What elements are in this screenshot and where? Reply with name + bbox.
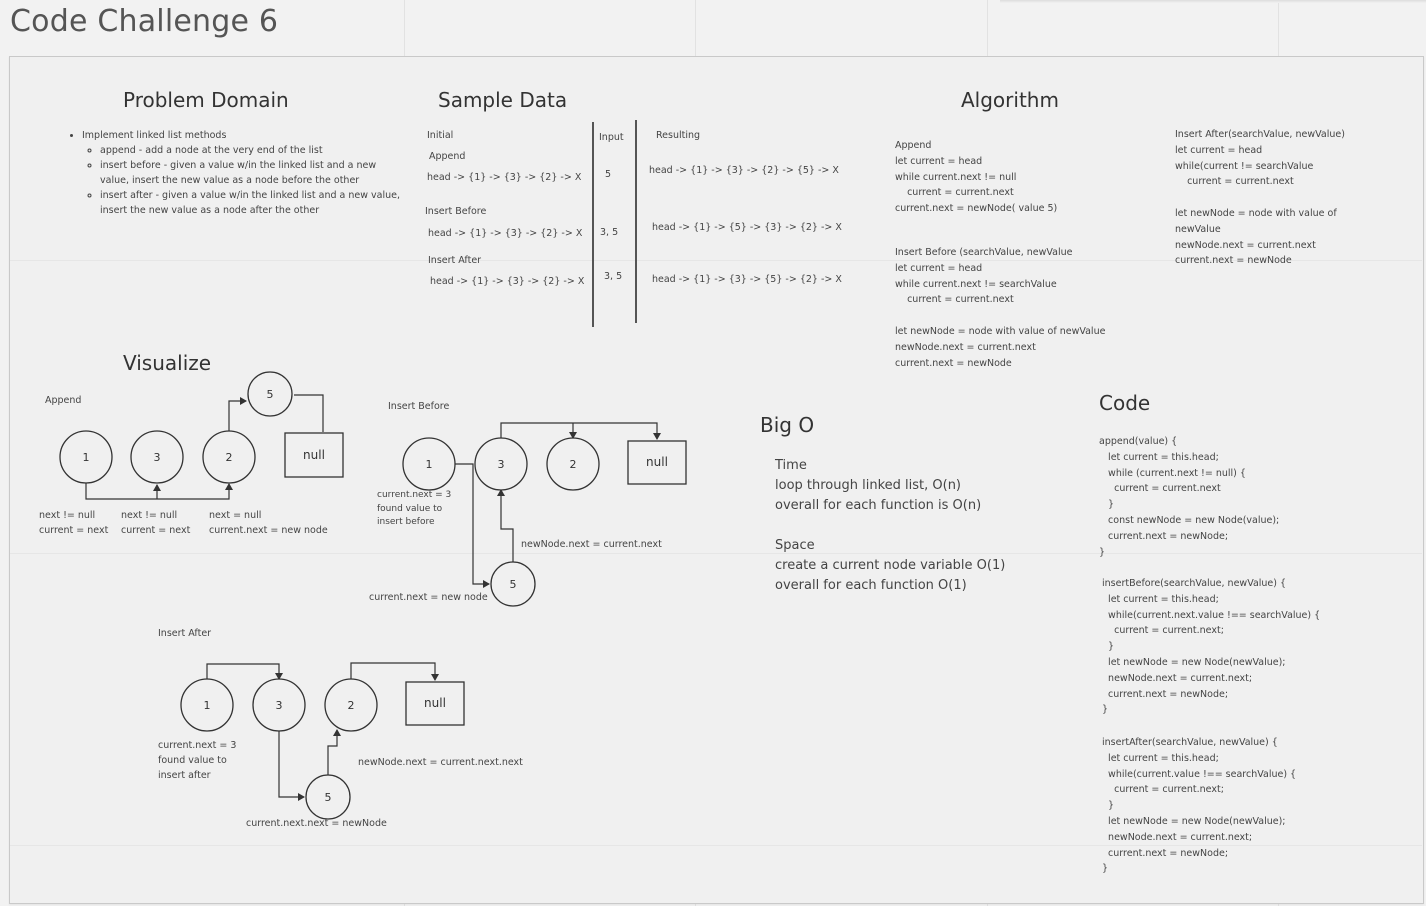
insert-after-nodes: 1 3 2 null 5 (180, 678, 465, 820)
list-node: 3 (252, 678, 306, 732)
list-node: 1 (59, 430, 113, 484)
node-value: 2 (348, 699, 355, 712)
big-o-heading: Big O (760, 413, 815, 437)
insert-before-nodes: 1 3 2 null 5 (402, 437, 687, 607)
node-value: 3 (498, 458, 505, 471)
list-node: 5 (305, 774, 351, 820)
list-node: 2 (202, 430, 256, 484)
null-box: null (284, 432, 344, 478)
node-value: 5 (325, 791, 332, 804)
big-o-space: Space create a current node variable O(1… (775, 538, 1006, 593)
big-o-time: Time loop through linked list, O(n) over… (775, 458, 982, 513)
code-insert-before: insertBefore(searchValue, newValue) { le… (1102, 578, 1321, 716)
null-box: null (405, 681, 465, 726)
node-value: 2 (226, 451, 233, 464)
node-value: 2 (570, 458, 577, 471)
null-label: null (646, 455, 668, 469)
node-value: 3 (154, 451, 161, 464)
node-value: 1 (204, 699, 211, 712)
list-node: 5 (490, 561, 536, 607)
node-value: 5 (510, 578, 517, 591)
list-node: 2 (546, 437, 600, 491)
append-nodes: 1 3 2 5 null (59, 371, 344, 484)
null-box: null (627, 440, 687, 485)
node-value: 1 (426, 458, 433, 471)
null-label: null (303, 448, 325, 462)
list-node: 3 (130, 430, 184, 484)
null-label: null (424, 696, 446, 710)
node-value: 5 (267, 388, 274, 401)
code-append: append(value) { let current = this.head;… (1099, 436, 1280, 558)
list-node: 1 (402, 437, 456, 491)
list-node: 2 (324, 678, 378, 732)
code-insert-after: insertAfter(searchValue, newValue) { let… (1102, 737, 1297, 875)
node-value: 1 (83, 451, 90, 464)
list-node: 5 (247, 371, 293, 417)
list-node: 3 (474, 437, 528, 491)
code-heading: Code (1099, 391, 1151, 415)
list-node: 1 (180, 678, 234, 732)
node-value: 3 (276, 699, 283, 712)
